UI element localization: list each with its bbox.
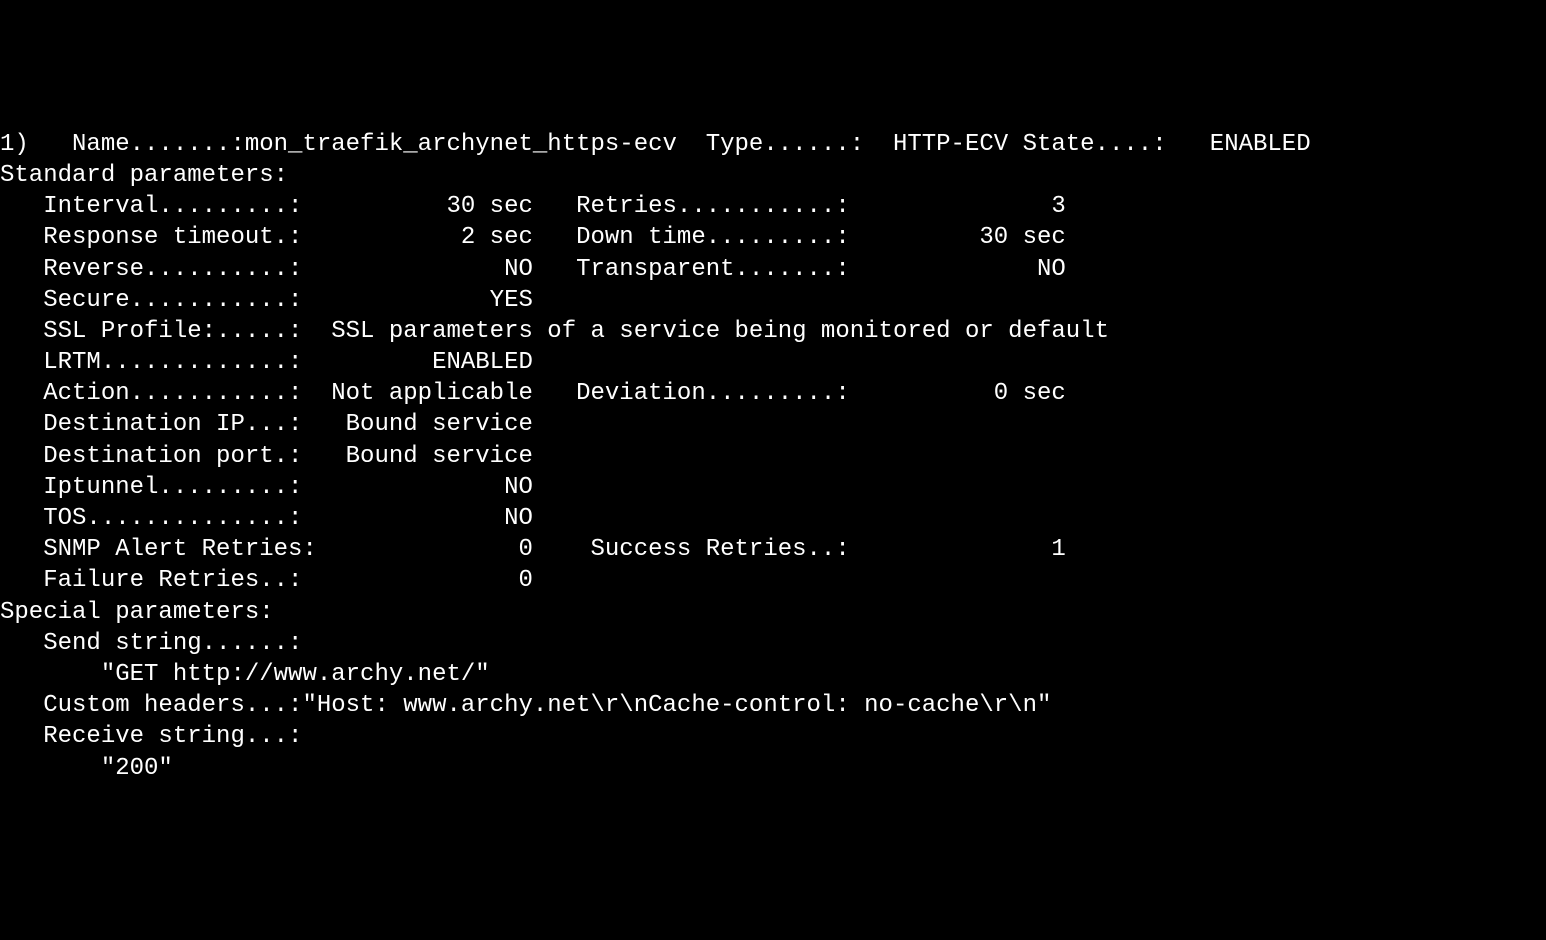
- header-line: 1) Name.......:mon_traefik_archynet_http…: [0, 131, 1311, 158]
- special-parameters-header: Special parameters:: [0, 599, 274, 626]
- special-parameters-block: Send string......: "GET http://www.archy…: [0, 630, 1051, 782]
- standard-parameters-rows: Interval.........: 30 sec Retries.......…: [0, 193, 1109, 594]
- terminal-output: 1) Name.......:mon_traefik_archynet_http…: [0, 129, 1546, 784]
- standard-parameters-header: Standard parameters:: [0, 162, 288, 189]
